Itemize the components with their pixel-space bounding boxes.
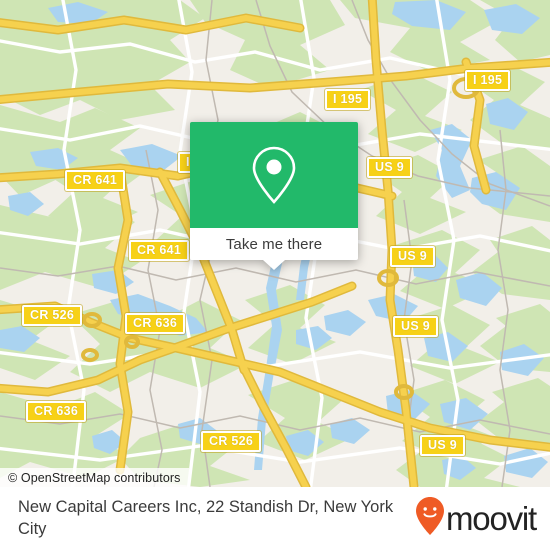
moovit-pin-icon [416, 497, 444, 540]
attribution-text: © OpenStreetMap contributors [8, 470, 181, 485]
road-shield-label: CR 636 [34, 404, 79, 418]
popup-image-area [190, 122, 358, 228]
take-me-there-popup[interactable]: Take me there [190, 122, 358, 270]
road-shield: I 195 [325, 89, 371, 110]
footer-bar: New Capital Careers Inc, 22 Standish Dr,… [0, 487, 550, 550]
road-shield-label: CR 641 [73, 173, 118, 187]
road-shield-label: I 195 [333, 92, 363, 106]
road-shield: CR 636 [125, 313, 186, 334]
place-title: New Capital Careers Inc, 22 Standish Dr,… [18, 498, 394, 538]
road-shield-label: US 9 [428, 438, 457, 452]
road-shield-label: US 9 [401, 319, 430, 333]
map-attribution: © OpenStreetMap contributors [0, 468, 189, 487]
road-shield-label: CR 526 [30, 308, 75, 322]
road-shield: US 9 [393, 316, 438, 337]
road-shield: US 9 [420, 435, 465, 456]
road-shield: CR 641 [129, 240, 190, 261]
map-screenshot-root: I 195I 195I 195CR 641CR 641US 9US 9US 9U… [0, 0, 550, 550]
road-shield: US 9 [390, 246, 435, 267]
road-shield-label: US 9 [375, 160, 404, 174]
take-me-there-label: Take me there [225, 235, 323, 253]
road-shield: US 9 [367, 157, 412, 178]
location-pin-icon [248, 144, 300, 206]
road-shield-label: CR 636 [133, 316, 178, 330]
popup-tail-arrow [263, 260, 285, 270]
road-shield: CR 526 [22, 305, 83, 326]
road-shield: CR 636 [26, 401, 87, 422]
road-shield-label: US 9 [398, 249, 427, 263]
road-shield-label: I 195 [473, 73, 503, 87]
take-me-there-button[interactable]: Take me there [190, 228, 358, 270]
road-shield: CR 641 [65, 170, 126, 191]
road-shield: I 195 [465, 70, 511, 91]
moovit-wordmark: moovit [446, 500, 537, 537]
road-shield-label: CR 641 [137, 243, 182, 257]
road-shield: CR 526 [201, 431, 262, 452]
road-shield-label: CR 526 [209, 434, 254, 448]
moovit-logo[interactable]: moovit [416, 497, 537, 540]
